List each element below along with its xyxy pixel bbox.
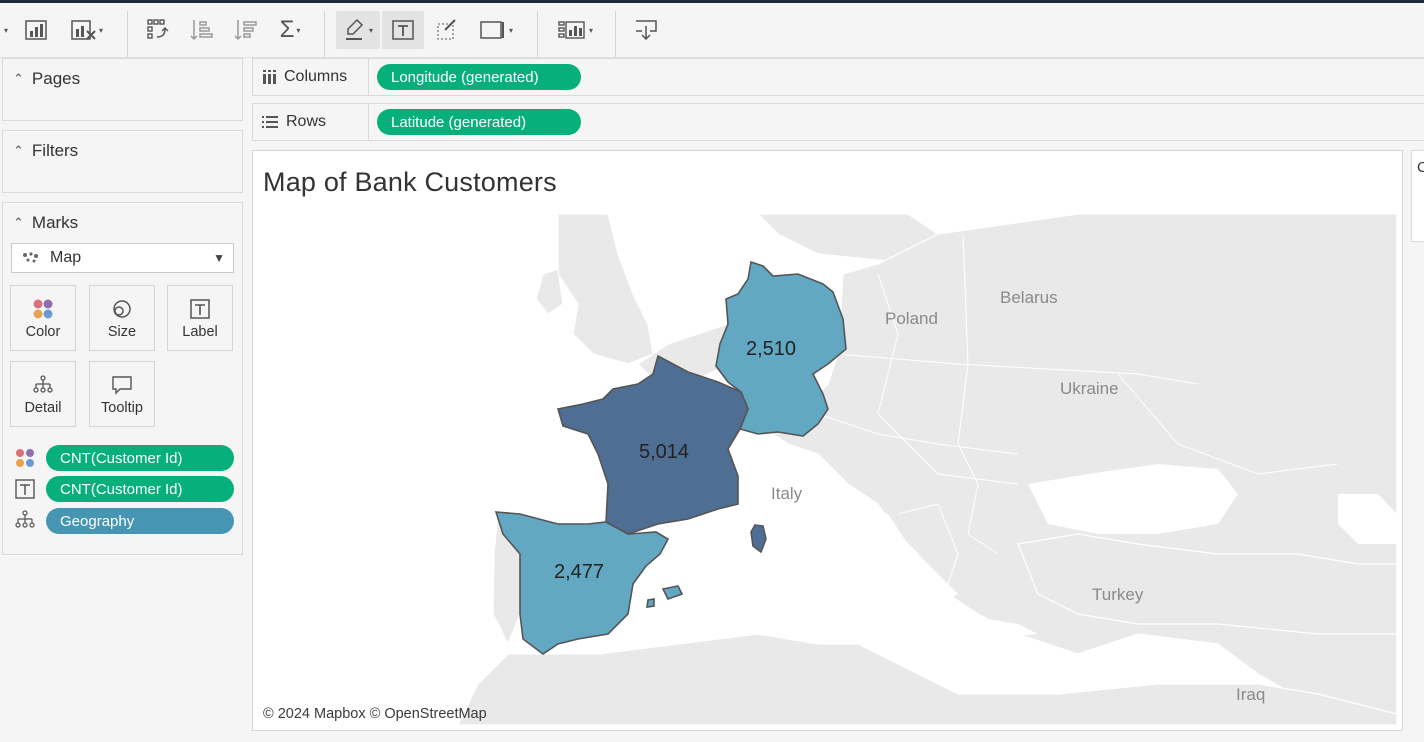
columns-shelf[interactable]: Columns Longitude (generated): [252, 58, 1424, 96]
land-britain: [557, 214, 654, 365]
latitude-pill[interactable]: Latitude (generated): [377, 109, 581, 135]
region-spain[interactable]: [494, 511, 670, 655]
land-ireland: [535, 268, 564, 315]
columns-title: Columns: [284, 68, 348, 85]
size-button[interactable]: Size: [89, 285, 155, 351]
basemap-land: [457, 214, 1397, 725]
value-label-spain[interactable]: 2,477: [554, 561, 604, 583]
legend-card[interactable]: C: [1411, 150, 1424, 242]
clear-sheet-icon[interactable]: ▾: [64, 11, 108, 49]
pages-card: ⌃ Pages: [2, 58, 243, 121]
sum-icon[interactable]: Σ ▾: [272, 11, 308, 49]
present-icon[interactable]: [630, 11, 662, 49]
toolbar-separator: [615, 11, 616, 57]
color-dots-icon: [32, 296, 54, 322]
place-label-poland: Poland: [885, 309, 938, 328]
dropdown-caret-icon[interactable]: ▾: [0, 11, 10, 49]
tooltip-button-label: Tooltip: [101, 400, 143, 416]
mark-type-value: Map: [50, 249, 82, 266]
marks-header[interactable]: ⌃ Marks: [13, 213, 78, 233]
rows-shelf[interactable]: Rows Latitude (generated): [252, 103, 1424, 141]
place-label-ukraine: Ukraine: [1060, 379, 1119, 398]
annotate-icon[interactable]: [430, 11, 464, 49]
value-label-germany[interactable]: 2,510: [746, 338, 796, 360]
pages-title: Pages: [31, 69, 81, 88]
map-icon: [22, 251, 40, 265]
toolbar-separator: [324, 11, 325, 57]
color-dots-icon: [15, 448, 35, 473]
columns-icon: [262, 70, 276, 84]
chevron-up-icon[interactable]: ⌃: [13, 215, 24, 231]
marks-card: ⌃ Marks Map ▼ Color Size Label Detail To…: [2, 202, 243, 555]
highlight-icon[interactable]: ▾: [336, 11, 380, 49]
map-svg: Poland Belarus Ukraine Italy Turkey Iraq…: [457, 214, 1397, 725]
map-attribution[interactable]: © 2024 Mapbox © OpenStreetMap: [263, 706, 487, 722]
worksheet-view: Map of Bank Customers Poland Belarus Ukr…: [252, 150, 1403, 731]
place-label-turkey: Turkey: [1092, 585, 1144, 604]
sort-ascending-icon[interactable]: [186, 11, 218, 49]
detail-icon: [32, 372, 54, 398]
text-label-icon[interactable]: [382, 11, 424, 49]
detail-button-label: Detail: [24, 400, 62, 416]
chevron-up-icon[interactable]: ⌃: [13, 71, 24, 87]
detail-field-pill[interactable]: Geography: [46, 508, 234, 534]
toolbar-separator: [537, 11, 538, 57]
tooltip-button[interactable]: Tooltip: [89, 361, 155, 427]
color-field-pill[interactable]: CNT(Customer Id): [46, 445, 234, 471]
toolbar: ▾ ▾ Σ ▾ ▾ ▾ ▾: [0, 3, 1424, 58]
label-field-pill[interactable]: CNT(Customer Id): [46, 476, 234, 502]
rows-shelf-label: Rows: [253, 104, 369, 140]
tooltip-icon: [111, 372, 133, 398]
pages-header[interactable]: ⌃ Pages: [13, 69, 80, 89]
fit-icon[interactable]: ▾: [474, 11, 518, 49]
color-button[interactable]: Color: [10, 285, 76, 351]
size-icon: [111, 296, 133, 322]
rows-title: Rows: [286, 113, 327, 130]
filters-title: Filters: [31, 141, 79, 160]
toolbar-separator: [127, 11, 128, 57]
chevron-up-icon[interactable]: ⌃: [13, 143, 24, 159]
color-button-label: Color: [25, 324, 61, 340]
mark-type-select[interactable]: Map ▼: [11, 243, 234, 273]
detail-button[interactable]: Detail: [10, 361, 76, 427]
value-label-france[interactable]: 5,014: [639, 441, 689, 463]
filters-header[interactable]: ⌃ Filters: [13, 141, 78, 161]
label-icon: [15, 479, 35, 504]
sort-descending-icon[interactable]: [230, 11, 262, 49]
chart-icon[interactable]: [20, 11, 52, 49]
columns-shelf-label: Columns: [253, 59, 369, 95]
label-icon: [189, 296, 211, 322]
place-label-italy: Italy: [771, 484, 803, 503]
place-label-iraq: Iraq: [1236, 685, 1265, 704]
size-button-label: Size: [107, 324, 137, 340]
detail-icon: [15, 510, 35, 535]
dropdown-arrow-icon: ▼: [213, 251, 225, 265]
marks-title: Marks: [31, 213, 79, 232]
swap-icon[interactable]: [142, 11, 174, 49]
longitude-pill[interactable]: Longitude (generated): [377, 64, 581, 90]
filters-card: ⌃ Filters: [2, 130, 243, 193]
legend-title: C: [1417, 159, 1424, 176]
label-button-label: Label: [182, 324, 218, 340]
label-button[interactable]: Label: [167, 285, 233, 351]
map-view[interactable]: Poland Belarus Ukraine Italy Turkey Iraq…: [258, 214, 1397, 725]
place-label-belarus: Belarus: [1000, 288, 1058, 307]
rows-icon: [262, 115, 278, 129]
sheet-title[interactable]: Map of Bank Customers: [263, 167, 557, 198]
show-me-icon[interactable]: ▾: [552, 11, 598, 49]
